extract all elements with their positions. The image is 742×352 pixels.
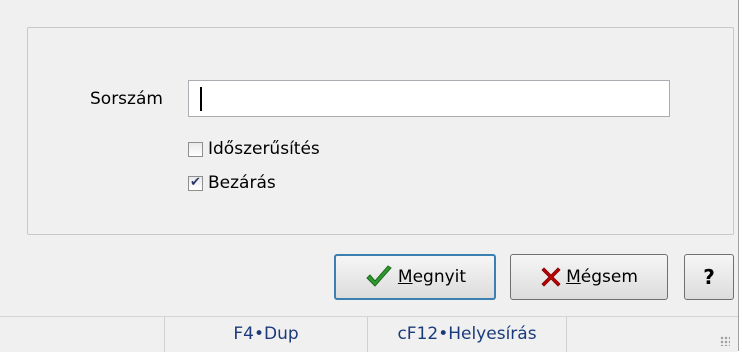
status-bar: F4•Dup cF12•Helyesírás	[0, 316, 738, 352]
cancel-button-label: Mégsem	[566, 267, 638, 287]
idoszerusites-label: Időszerűsítés	[208, 139, 320, 159]
checkmark-icon: ✔	[190, 174, 201, 190]
bezaras-label: Bezárás	[208, 173, 276, 193]
group-box	[27, 27, 734, 235]
open-button-label: Megnyit	[397, 267, 467, 287]
dialog: Sorszám Időszerűsítés ✔ Bezárás Megnyit …	[0, 0, 739, 352]
status-cell-4	[567, 317, 738, 352]
sorszam-label: Sorszám	[90, 89, 163, 109]
checkmark-icon	[364, 265, 394, 289]
open-button[interactable]: Megnyit	[334, 254, 496, 300]
x-icon	[540, 266, 562, 288]
text-caret	[200, 87, 202, 111]
resize-grip[interactable]	[720, 336, 730, 346]
status-cell-dup: F4•Dup	[165, 317, 368, 352]
bezaras-checkbox[interactable]: ✔	[188, 174, 203, 191]
help-button-label: ?	[703, 265, 715, 289]
help-button[interactable]: ?	[684, 254, 734, 300]
bezaras-checkbox-row[interactable]: ✔ Bezárás	[188, 171, 276, 195]
sorszam-input[interactable]	[188, 80, 670, 117]
idoszerusites-checkbox-row[interactable]: Időszerűsítés	[188, 137, 320, 161]
cancel-button[interactable]: Mégsem	[510, 254, 668, 300]
status-cell-helyesiras: cF12•Helyesírás	[368, 317, 567, 352]
idoszerusites-checkbox[interactable]	[188, 141, 203, 157]
status-cell-1	[0, 317, 165, 352]
